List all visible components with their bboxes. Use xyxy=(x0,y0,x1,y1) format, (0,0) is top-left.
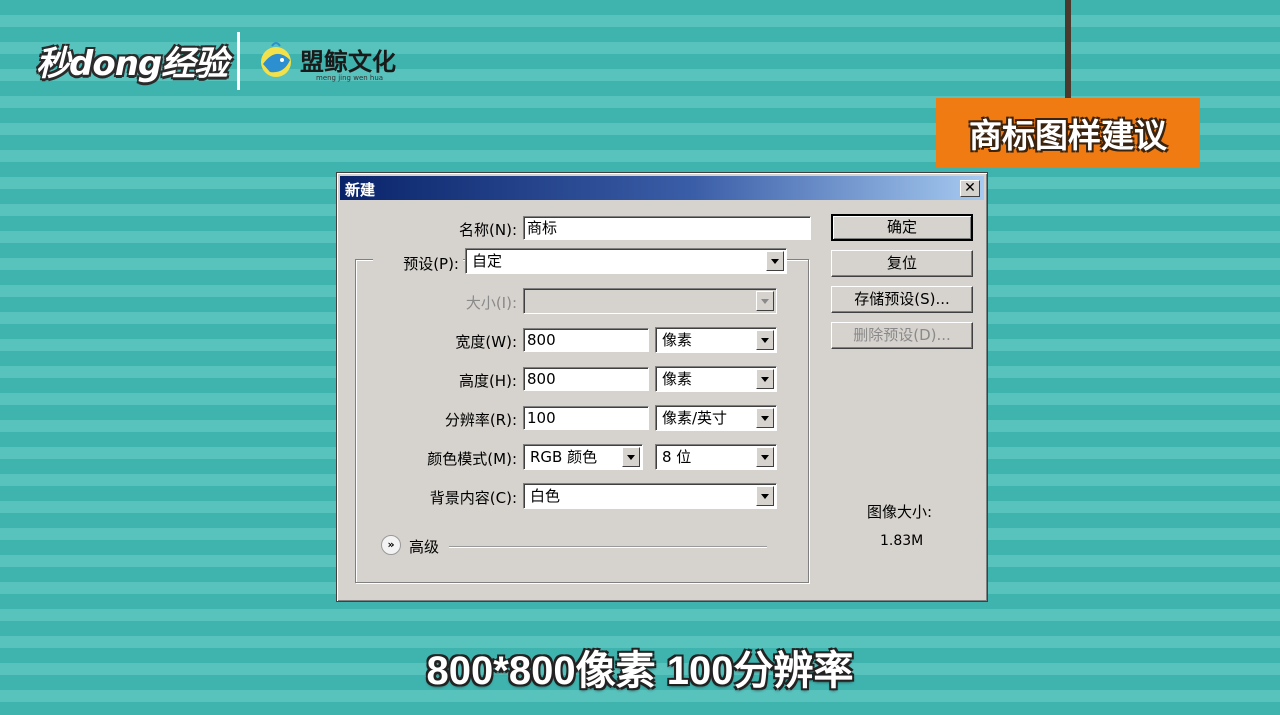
height-unit-value: 像素 xyxy=(662,370,693,388)
save-preset-button[interactable]: 存储预设(S)... xyxy=(831,286,973,313)
partner-logo: 盟鲸文化 xyxy=(300,47,396,76)
chevron-down-icon[interactable] xyxy=(756,291,774,311)
ok-button[interactable]: 确定 xyxy=(831,214,973,241)
bit-depth-value: 8 位 xyxy=(662,448,692,466)
delete-preset-button[interactable]: 删除预设(D)... xyxy=(831,322,973,349)
advanced-toggle[interactable]: 高级 xyxy=(409,536,439,557)
preset-select[interactable]: 自定 xyxy=(465,248,787,274)
dialog-titlebar[interactable]: 新建 ✕ xyxy=(340,176,984,200)
name-label: 名称(N): xyxy=(459,221,517,239)
width-label: 宽度(W): xyxy=(455,333,517,351)
sign-string xyxy=(1065,0,1071,102)
topic-sign: 商标图样建议 xyxy=(936,98,1200,168)
bit-depth-select[interactable]: 8 位 xyxy=(655,444,777,470)
reset-button[interactable]: 复位 xyxy=(831,250,973,277)
width-unit-select[interactable]: 像素 xyxy=(655,327,777,353)
close-button[interactable]: ✕ xyxy=(960,180,980,197)
advanced-divider xyxy=(449,546,767,548)
whale-logo-icon xyxy=(261,42,291,77)
resolution-label: 分辨率(R): xyxy=(444,411,517,429)
chevron-down-icon[interactable] xyxy=(756,486,774,506)
height-unit-select[interactable]: 像素 xyxy=(655,366,777,392)
resolution-input[interactable]: 100 xyxy=(523,406,649,430)
name-input[interactable]: 商标 xyxy=(523,216,811,240)
background-contents-select[interactable]: 白色 xyxy=(523,483,777,509)
background-contents-label: 背景内容(C): xyxy=(429,489,517,507)
new-document-dialog: 新建 ✕ 名称(N): 商标 预设(P): 自定 大小(I): 宽度(W): 8… xyxy=(336,172,988,602)
logo-divider xyxy=(237,32,240,90)
preset-value: 自定 xyxy=(472,252,503,270)
image-size-label: 图像大小: xyxy=(867,503,933,521)
height-input[interactable]: 800 xyxy=(523,367,649,391)
resolution-unit-select[interactable]: 像素/英寸 xyxy=(655,405,777,431)
expand-advanced-icon[interactable]: » xyxy=(381,535,401,555)
chevron-down-icon[interactable] xyxy=(756,408,774,428)
image-size-value: 1.83M xyxy=(880,533,924,549)
chevron-down-icon[interactable] xyxy=(766,251,784,271)
preset-label: 预设(P): xyxy=(403,255,459,273)
video-caption: 800*800像素 100分辨率 xyxy=(426,649,854,693)
height-label: 高度(H): xyxy=(458,372,517,390)
dialog-title: 新建 xyxy=(345,181,376,199)
width-input[interactable]: 800 xyxy=(523,328,649,352)
color-mode-select[interactable]: RGB 颜色 xyxy=(523,444,643,470)
resolution-unit-value: 像素/英寸 xyxy=(662,409,728,427)
color-mode-label: 颜色模式(M): xyxy=(427,450,517,468)
chevron-down-icon[interactable] xyxy=(756,330,774,350)
chevron-down-icon[interactable] xyxy=(622,447,640,467)
background-contents-value: 白色 xyxy=(530,487,561,505)
width-unit-value: 像素 xyxy=(662,331,693,349)
chevron-down-icon[interactable] xyxy=(756,447,774,467)
color-mode-value: RGB 颜色 xyxy=(530,448,598,466)
partner-logo-url: meng jing wen hua xyxy=(316,74,384,82)
close-icon: ✕ xyxy=(964,180,976,196)
size-select[interactable] xyxy=(523,288,777,314)
miaodong-logo: 秒dong经验 xyxy=(36,44,228,84)
size-label: 大小(I): xyxy=(465,294,517,312)
chevron-down-icon[interactable] xyxy=(756,369,774,389)
